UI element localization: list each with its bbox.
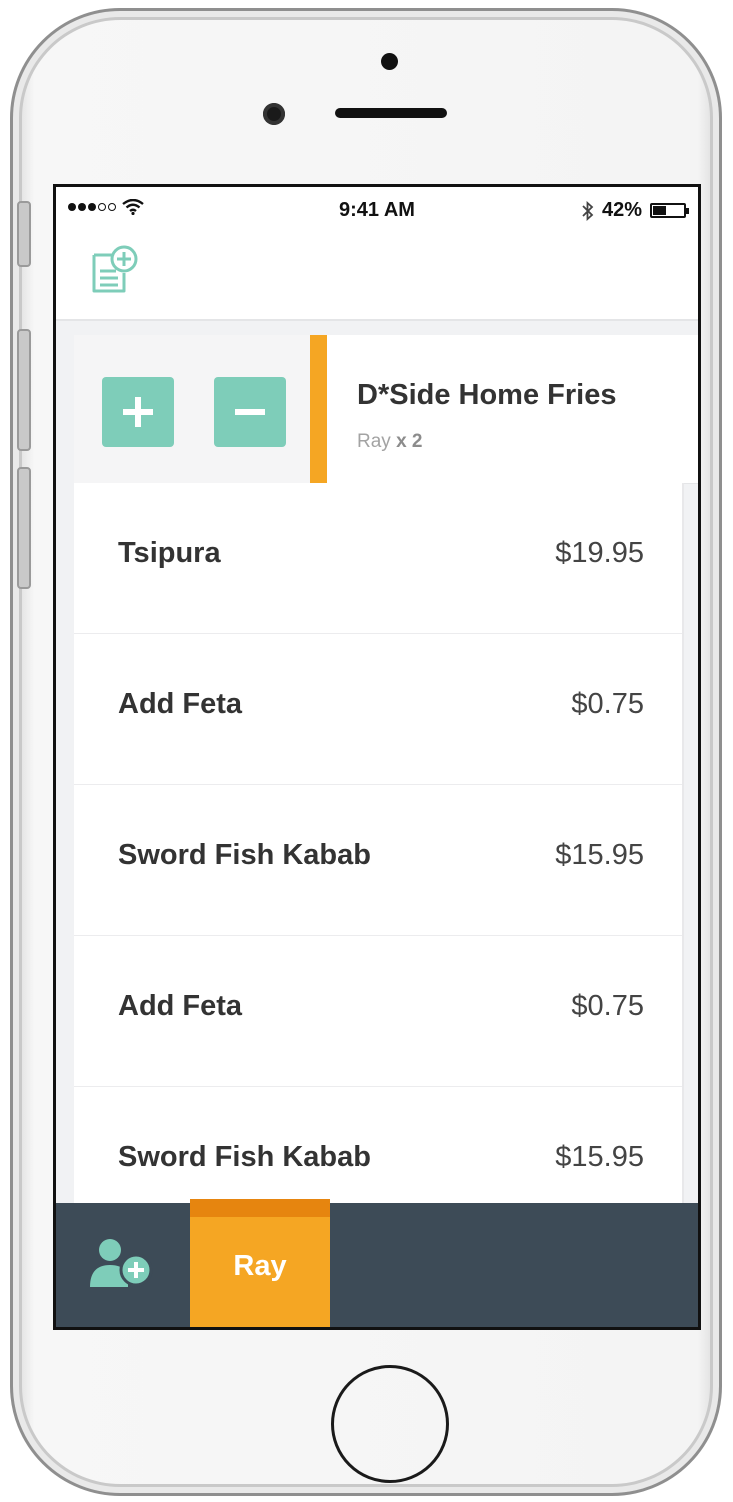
swiped-order-row[interactable]: D*Side Home Fries Ray x 2	[74, 335, 698, 484]
screen: 9:41 AM 42% D*Side Home Fries Ray x 2 Ts…	[53, 184, 701, 1330]
swiped-item-name: D*Side Home Fries	[357, 379, 617, 411]
status-bar: 9:41 AM 42%	[56, 187, 698, 233]
battery-percent: 42%	[601, 199, 642, 221]
person-tab-label: Ray	[233, 1249, 287, 1282]
volume-down-button	[17, 467, 31, 589]
document-plus-icon[interactable]	[88, 243, 142, 297]
list-item[interactable]: Add Feta $0.75	[74, 634, 682, 785]
item-price: $15.95	[555, 1141, 644, 1173]
item-name: Sword Fish Kabab	[118, 1141, 371, 1173]
item-price: $0.75	[571, 990, 644, 1022]
proximity-sensor	[381, 53, 398, 70]
earpiece-speaker	[335, 108, 447, 118]
item-name: Add Feta	[118, 688, 243, 720]
volume-up-button	[17, 329, 31, 451]
item-price: $19.95	[555, 537, 644, 569]
list-item[interactable]: Tsipura $19.95	[74, 483, 682, 634]
item-name: Add Feta	[118, 990, 243, 1022]
top-bar	[56, 233, 698, 321]
front-camera	[263, 103, 285, 125]
decrease-quantity-button[interactable]	[214, 377, 286, 447]
swiped-item-card[interactable]: D*Side Home Fries Ray x 2	[310, 335, 698, 483]
increase-quantity-button[interactable]	[102, 377, 174, 447]
list-item[interactable]: Sword Fish Kabab $15.95	[74, 1087, 682, 1203]
bluetooth-icon	[582, 200, 594, 221]
person-tab-ray[interactable]: Ray	[190, 1199, 330, 1327]
battery-icon	[650, 203, 689, 218]
swiped-item-assignment: Ray x 2	[357, 431, 423, 453]
home-button[interactable]	[331, 1365, 449, 1483]
mute-switch	[17, 201, 31, 267]
add-person-icon[interactable]	[88, 1237, 154, 1289]
item-price: $0.75	[571, 688, 644, 720]
plus-icon	[123, 397, 153, 427]
minus-icon	[235, 409, 265, 415]
bottom-bar: Ray	[56, 1199, 698, 1327]
item-name: Tsipura	[118, 537, 221, 569]
swiped-item-quantity: x 2	[396, 431, 423, 452]
list-item[interactable]: Sword Fish Kabab $15.95	[74, 785, 682, 936]
status-right: 42%	[582, 199, 689, 222]
item-name: Sword Fish Kabab	[118, 839, 371, 871]
list-item[interactable]: Add Feta $0.75	[74, 936, 682, 1087]
order-items-list: Tsipura $19.95 Add Feta $0.75 Sword Fish…	[74, 483, 684, 1203]
swiped-item-person: Ray	[357, 431, 391, 452]
item-price: $15.95	[555, 839, 644, 871]
